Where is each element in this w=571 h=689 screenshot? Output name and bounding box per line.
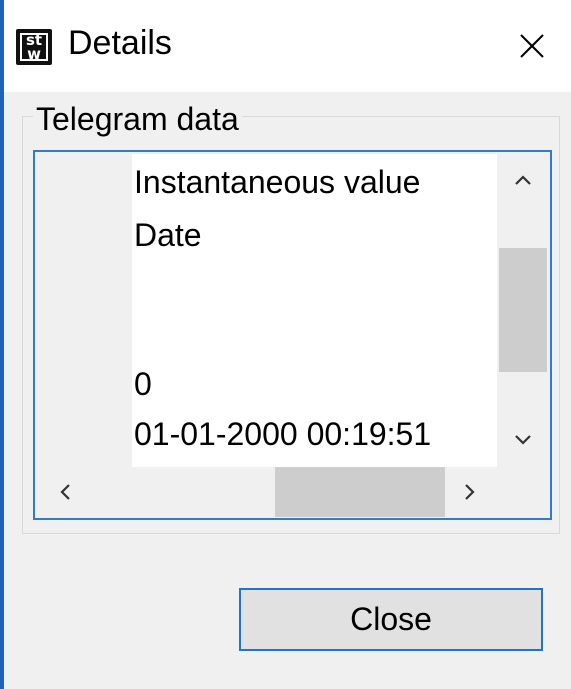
close-button[interactable]: Close	[239, 588, 543, 651]
list-item: 0	[134, 366, 152, 402]
telegram-data-listbox[interactable]: Instantaneous value Date 0 01-01-2000 00…	[33, 150, 552, 520]
title-bar[interactable]: st w Details	[4, 0, 571, 92]
window-border	[0, 0, 4, 689]
listbox-content: Instantaneous value Date 0 01-01-2000 00…	[37, 154, 497, 467]
list-item: Date	[134, 217, 202, 253]
horizontal-scrollbar[interactable]	[37, 467, 498, 517]
scroll-down-arrow-icon[interactable]	[498, 422, 548, 458]
app-icon-text-bottom: w	[27, 45, 41, 63]
group-label: Telegram data	[33, 101, 242, 138]
details-dialog: st w Details Telegram data Instantaneous…	[0, 0, 571, 689]
vertical-scroll-thumb[interactable]	[499, 248, 547, 372]
vertical-scrollbar[interactable]	[498, 154, 548, 467]
close-icon[interactable]	[510, 24, 554, 68]
horizontal-scroll-thumb[interactable]	[275, 467, 445, 517]
scroll-right-arrow-icon[interactable]	[452, 467, 488, 517]
list-item: Instantaneous value	[134, 164, 421, 200]
scroll-up-arrow-icon[interactable]	[498, 162, 548, 198]
stw-app-icon: st w	[16, 29, 52, 65]
window-title: Details	[68, 24, 172, 62]
list-item: 01-01-2000 00:19:51	[134, 416, 432, 452]
scroll-left-arrow-icon[interactable]	[47, 467, 83, 517]
